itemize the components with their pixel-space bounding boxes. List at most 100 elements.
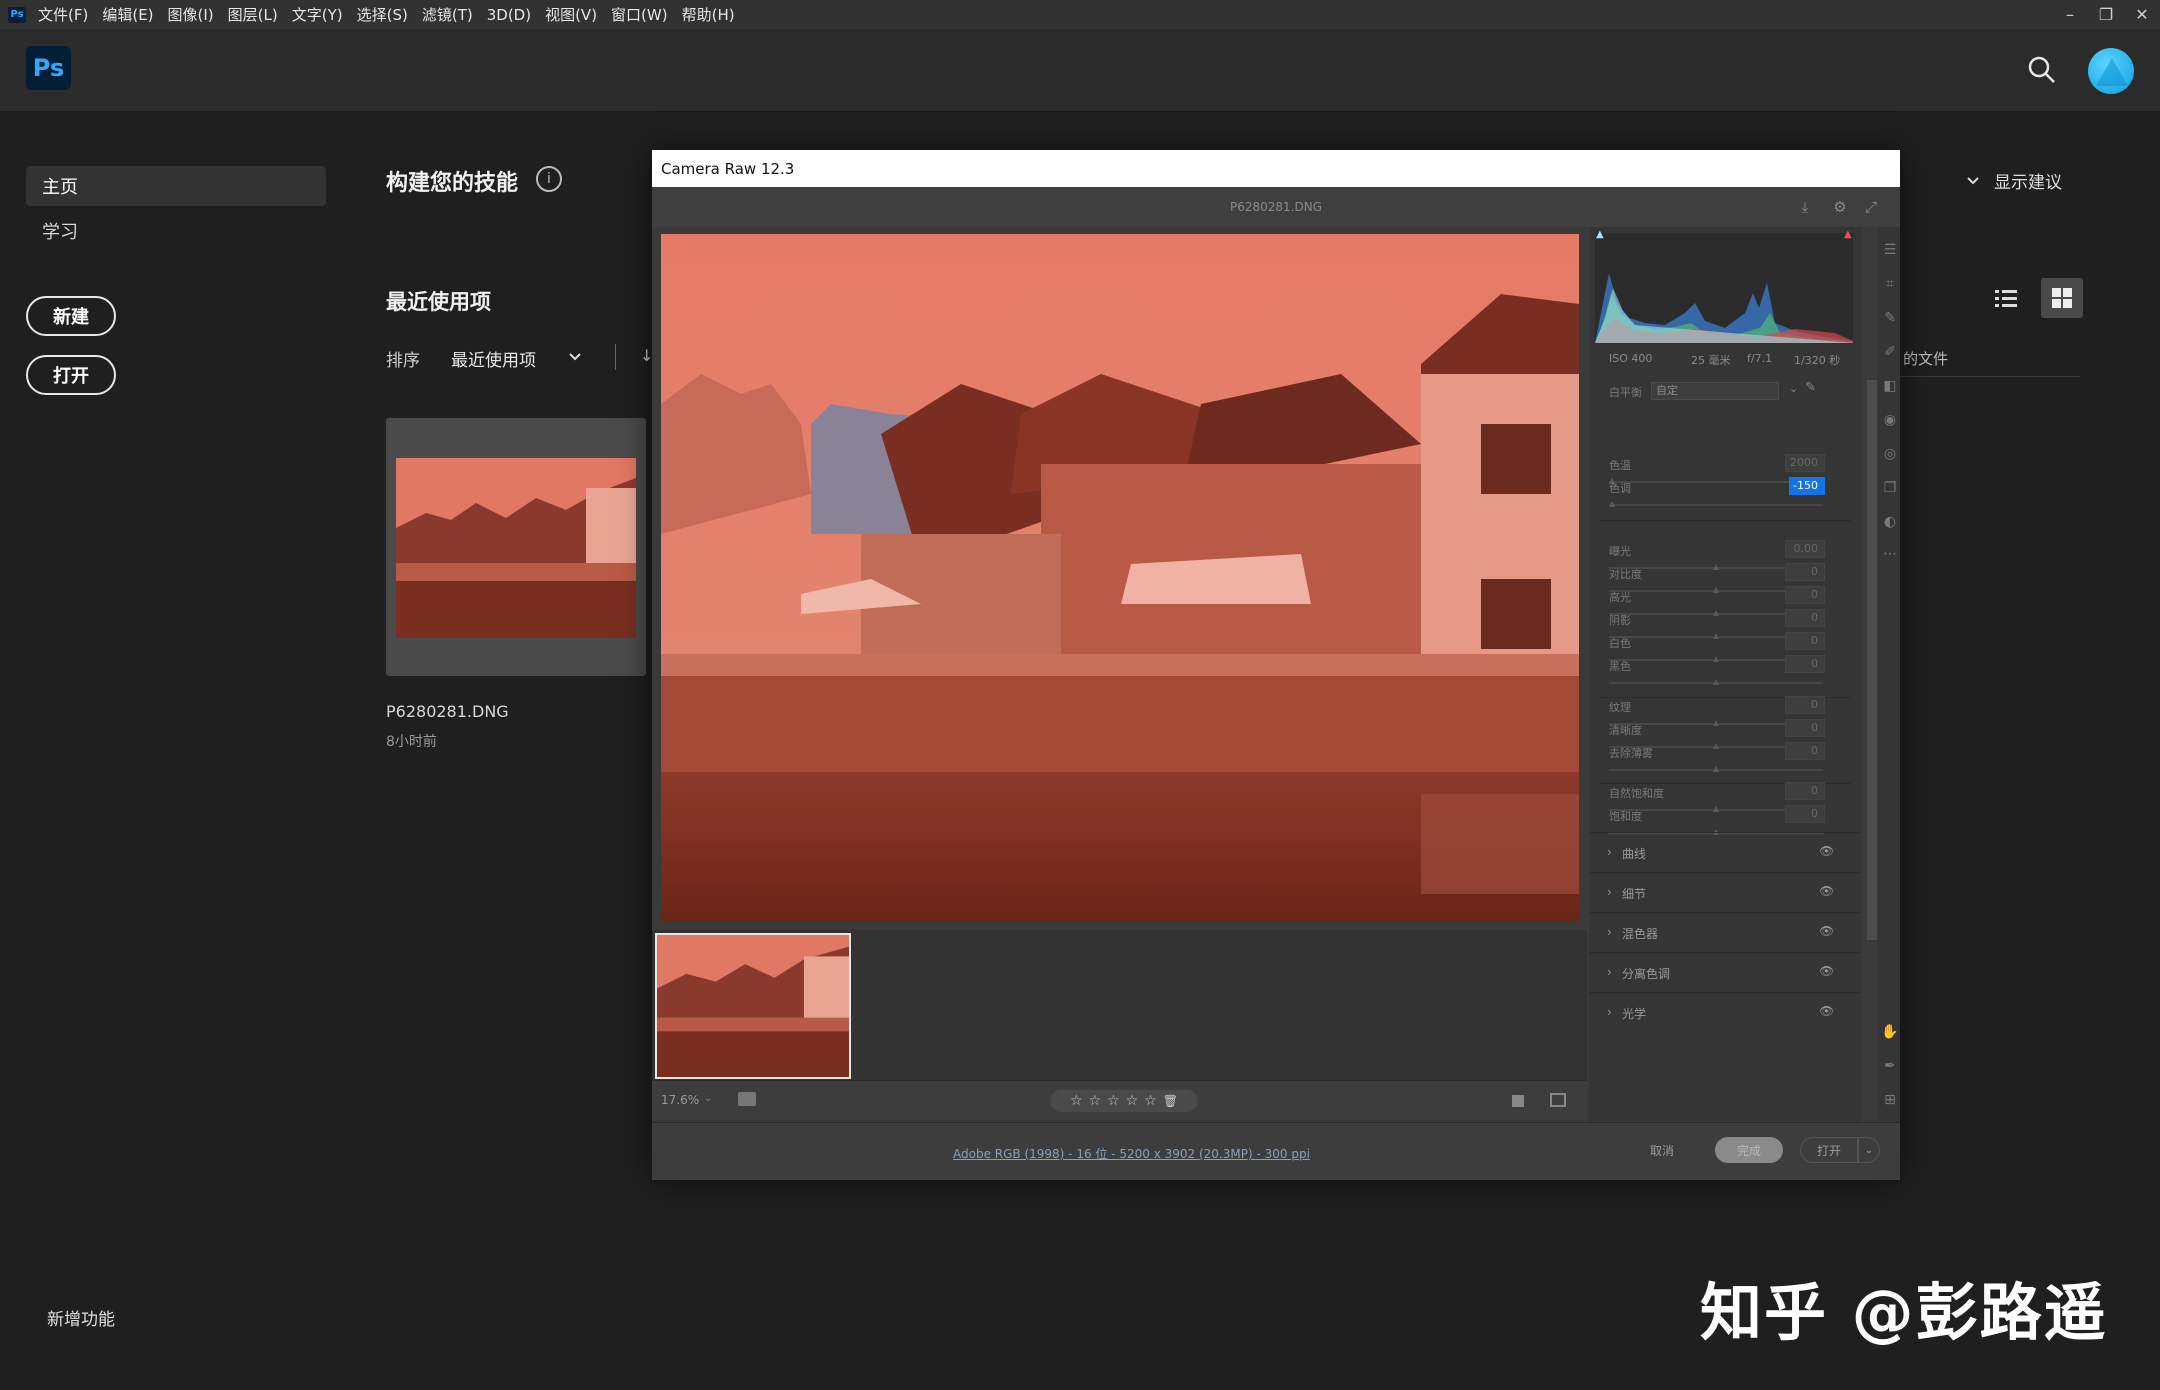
star-icon[interactable]: ☆	[1089, 1093, 1102, 1109]
star-rating[interactable]: ☆ ☆ ☆ ☆ ☆ 🗑	[1050, 1090, 1198, 1112]
eye-icon[interactable]: 👁	[1819, 924, 1834, 938]
new-button[interactable]: 新建	[26, 296, 116, 336]
sidebar-item-learn[interactable]: 学习	[26, 211, 326, 251]
star-icon[interactable]: ☆	[1126, 1093, 1139, 1109]
show-suggestions-toggle[interactable]: 显示建议	[1966, 168, 2062, 193]
grid-view-icon[interactable]	[2041, 278, 2083, 318]
filmstrip-toggle-icon[interactable]	[738, 1092, 756, 1106]
control-value[interactable]: -150	[1789, 477, 1825, 495]
control-value[interactable]: 0	[1785, 742, 1825, 760]
control-value[interactable]: 0	[1785, 696, 1825, 714]
search-icon[interactable]	[2026, 54, 2058, 86]
sidebar-item-home[interactable]: 主页	[26, 166, 326, 206]
chevron-down-icon[interactable]	[568, 352, 582, 362]
info-icon[interactable]: i	[536, 166, 562, 192]
menu-edit[interactable]: 编辑(E)	[102, 4, 153, 25]
section-color-mixer[interactable]: › 混色器 👁	[1589, 912, 1861, 952]
sort-dropdown[interactable]: 最近使用项	[451, 346, 536, 371]
save-image-icon[interactable]: ⤓	[1796, 198, 1814, 216]
crop-icon[interactable]: ⌗	[1881, 275, 1899, 293]
presets-icon[interactable]: ◐	[1881, 513, 1899, 531]
photo-preview[interactable]	[661, 234, 1579, 922]
menu-3d[interactable]: 3D(D)	[487, 6, 531, 24]
spot-removal-icon[interactable]: ✎	[1881, 309, 1899, 327]
control-value[interactable]: 2000	[1785, 454, 1825, 472]
star-icon[interactable]: ☆	[1144, 1093, 1157, 1109]
minimize-icon[interactable]: –	[2052, 0, 2088, 29]
open-image-button[interactable]: 打开	[1800, 1137, 1858, 1163]
snapshots-icon[interactable]: ❐	[1881, 479, 1899, 497]
cancel-button[interactable]: 取消	[1642, 1137, 1682, 1163]
avatar[interactable]	[2088, 48, 2134, 94]
tint-slider[interactable]	[1609, 501, 1823, 507]
menu-file[interactable]: 文件(F)	[38, 4, 88, 25]
restore-icon[interactable]: ❐	[2088, 0, 2124, 29]
recent-file-card[interactable]	[386, 418, 646, 676]
fullscreen-icon[interactable]: ⤢	[1862, 198, 1880, 216]
color-sampler-icon[interactable]: ✒	[1881, 1057, 1899, 1075]
eye-icon[interactable]: 👁	[1819, 844, 1834, 858]
control-value[interactable]: 0	[1785, 563, 1825, 581]
white-balance-select[interactable]: 自定	[1651, 382, 1779, 400]
control-value[interactable]: 0	[1785, 632, 1825, 650]
chevron-down-icon[interactable]: ⌄	[1858, 1137, 1880, 1163]
list-view-icon[interactable]	[1985, 278, 2027, 318]
eye-icon[interactable]: 👁	[1819, 1004, 1834, 1018]
trash-icon[interactable]: 🗑	[1163, 1094, 1178, 1108]
graduated-filter-icon[interactable]: ◧	[1881, 377, 1899, 395]
grid-icon[interactable]: ⊞	[1881, 1091, 1899, 1109]
divider	[1599, 520, 1851, 521]
gear-icon[interactable]: ⚙	[1831, 198, 1849, 216]
filmstrip-thumbnail[interactable]	[655, 933, 851, 1079]
single-view-icon[interactable]	[1512, 1095, 1524, 1107]
radial-filter-icon[interactable]: ◉	[1881, 411, 1899, 429]
control-value[interactable]: 0.00	[1785, 540, 1825, 558]
control-value[interactable]: 0	[1785, 805, 1825, 823]
menu-view[interactable]: 视图(V)	[545, 4, 597, 25]
section-curves[interactable]: › 曲线 👁	[1589, 832, 1861, 872]
hand-icon[interactable]: ✋	[1881, 1023, 1899, 1041]
open-button[interactable]: 打开	[26, 355, 116, 395]
section-optics[interactable]: › 光学 👁	[1589, 992, 1861, 1032]
panel-scrollbar[interactable]	[1867, 280, 1877, 1120]
workflow-options-link[interactable]: Adobe RGB (1998) - 16 位 - 5200 x 3902 (2…	[953, 1145, 1310, 1162]
more-icon[interactable]: ⋯	[1881, 545, 1899, 563]
menu-help[interactable]: 帮助(H)	[682, 4, 735, 25]
menu-window[interactable]: 窗口(W)	[611, 4, 668, 25]
whats-new-link[interactable]: 新增功能	[47, 1305, 115, 1330]
star-icon[interactable]: ☆	[1107, 1093, 1120, 1109]
control-value[interactable]: 0	[1785, 586, 1825, 604]
control-value[interactable]: 0	[1785, 609, 1825, 627]
scrollbar-thumb[interactable]	[1867, 380, 1877, 940]
shadow-clipping-icon[interactable]: ▲	[1596, 229, 1604, 240]
recent-file-name[interactable]: P6280281.DNG	[386, 702, 509, 721]
chevron-right-icon: ›	[1607, 845, 1612, 859]
aperture: f/7.1	[1747, 352, 1773, 365]
chevron-down-icon[interactable]: ⌄	[704, 1093, 712, 1104]
menu-image[interactable]: 图像(I)	[168, 4, 214, 25]
red-eye-icon[interactable]: ◎	[1881, 445, 1899, 463]
blacks-slider[interactable]	[1609, 679, 1823, 685]
eyedropper-icon[interactable]: ✎	[1805, 380, 1816, 395]
menu-type[interactable]: 文字(Y)	[292, 4, 343, 25]
star-icon[interactable]: ☆	[1070, 1093, 1083, 1109]
menu-select[interactable]: 选择(S)	[357, 4, 408, 25]
section-detail[interactable]: › 细节 👁	[1589, 872, 1861, 912]
brush-icon[interactable]: ✐	[1881, 343, 1899, 361]
eye-icon[interactable]: 👁	[1819, 964, 1834, 978]
control-value[interactable]: 0	[1785, 655, 1825, 673]
control-label: 清晰度	[1609, 724, 1642, 737]
menu-filter[interactable]: 滤镜(T)	[422, 4, 473, 25]
menu-layer[interactable]: 图层(L)	[228, 4, 278, 25]
dehaze-slider[interactable]	[1609, 766, 1823, 772]
eye-icon[interactable]: 👁	[1819, 884, 1834, 898]
highlight-clipping-icon[interactable]: ▲	[1844, 229, 1852, 240]
edit-sliders-icon[interactable]: ☰	[1881, 241, 1899, 259]
done-button[interactable]: 完成	[1715, 1137, 1783, 1163]
close-icon[interactable]: ✕	[2124, 0, 2160, 29]
section-split-toning[interactable]: › 分离色调 👁	[1589, 952, 1861, 992]
zoom-level[interactable]: 17.6%	[661, 1093, 699, 1107]
before-after-icon[interactable]	[1550, 1093, 1566, 1107]
control-value[interactable]: 0	[1785, 782, 1825, 800]
control-value[interactable]: 0	[1785, 719, 1825, 737]
